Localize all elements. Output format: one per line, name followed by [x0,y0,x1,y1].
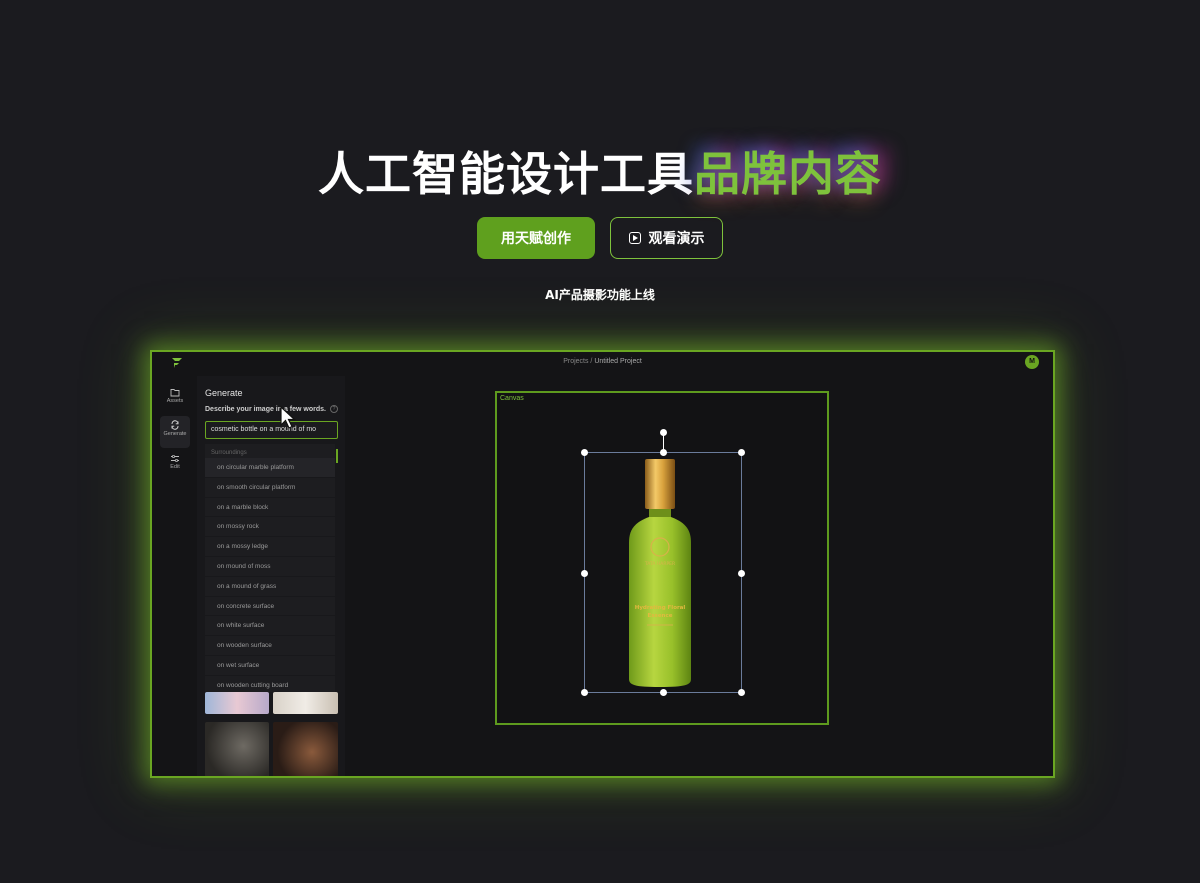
dropdown-scrollbar[interactable] [336,449,338,463]
rail-label-assets: Assets [166,398,184,404]
suggestion-item[interactable]: on circular marble platform [205,458,335,478]
sliders-icon [171,454,179,463]
resize-handle[interactable] [660,689,667,696]
watch-demo-label: 观看演示 [648,231,705,247]
canvas-label: Canvas [500,395,524,402]
rail-item-generate[interactable]: Generate [160,416,190,448]
selection-box[interactable] [584,452,742,693]
panel-description: Describe your image in a few words. [205,406,326,413]
suggestion-item[interactable]: on a marble block [205,497,335,518]
canvas-area: Canvas TATA HARPER Hydrating Floral Esse… [347,376,1053,776]
avatar[interactable]: M [1025,355,1039,369]
thumbnail-image[interactable] [205,692,269,714]
mouse-cursor-icon [280,406,297,429]
app-topbar: Projects / Untitled Project M [152,352,1053,374]
breadcrumb-current: Untitled Project [594,358,642,365]
suggestion-item[interactable]: on a mossy ledge [205,537,335,557]
folder-icon [170,389,180,397]
watch-demo-button[interactable]: 观看演示 [610,217,723,259]
rail-item-edit[interactable]: Edit [160,450,190,482]
suggestion-item[interactable]: on concrete surface [205,596,335,617]
resize-handle[interactable] [581,689,588,696]
help-icon[interactable]: ? [330,405,338,413]
resize-handle[interactable] [660,449,667,456]
feature-announcement: AI产品摄影功能上线 [545,288,655,302]
play-icon [628,232,641,244]
panel-title: Generate [205,388,243,398]
resize-handle[interactable] [738,689,745,696]
example-thumbnails [205,692,338,776]
hero-title-accent: 品牌内容 [694,147,882,201]
tool-rail: Assets Generate Edit [152,376,196,776]
rail-item-assets[interactable]: Assets [160,384,190,416]
dropdown-heading: Surroundings [211,450,247,456]
canvas[interactable]: Canvas TATA HARPER Hydrating Floral Esse… [495,391,829,725]
resize-handle[interactable] [738,449,745,456]
thumbnail-image[interactable] [273,692,338,714]
rail-label-generate: Generate [163,431,187,437]
breadcrumb: Projects / Untitled Project [152,358,1053,365]
hero-title: 人工智能设计工具品牌内容 [0,138,1200,204]
prompt-input[interactable]: cosmetic bottle on a mound of mo [205,421,338,439]
suggestion-item[interactable]: on mound of moss [205,556,335,577]
hero-title-main: 人工智能设计工具 [318,147,694,201]
hero-buttons: 用天赋创作 观看演示 [0,217,1200,259]
thumbnail-image[interactable] [273,722,338,776]
app-preview: Projects / Untitled Project M Assets Gen… [150,350,1055,778]
rail-label-edit: Edit [170,464,180,470]
suggestion-item[interactable]: on a mound of grass [205,576,335,597]
refresh-icon [171,420,179,430]
suggestion-item[interactable]: on white surface [205,616,335,637]
suggestion-item[interactable]: on wooden cutting board [205,675,335,692]
suggestion-item[interactable]: on wet surface [205,655,335,676]
suggestion-item[interactable]: on mossy rock [205,517,335,538]
resize-handle[interactable] [581,570,588,577]
suggestion-item[interactable]: on smooth circular platform [205,477,335,498]
resize-handle[interactable] [581,449,588,456]
suggestion-item[interactable]: on wooden surface [205,636,335,656]
resize-handle[interactable] [738,570,745,577]
create-button-label: 用天赋创作 [501,231,571,247]
create-button[interactable]: 用天赋创作 [477,217,595,259]
breadcrumb-projects[interactable]: Projects [563,358,588,365]
thumbnail-image[interactable] [205,722,269,776]
suggestion-dropdown: Surroundings on circular marble platform… [205,444,335,692]
generate-panel: Generate Describe your image in a few wo… [197,376,345,776]
